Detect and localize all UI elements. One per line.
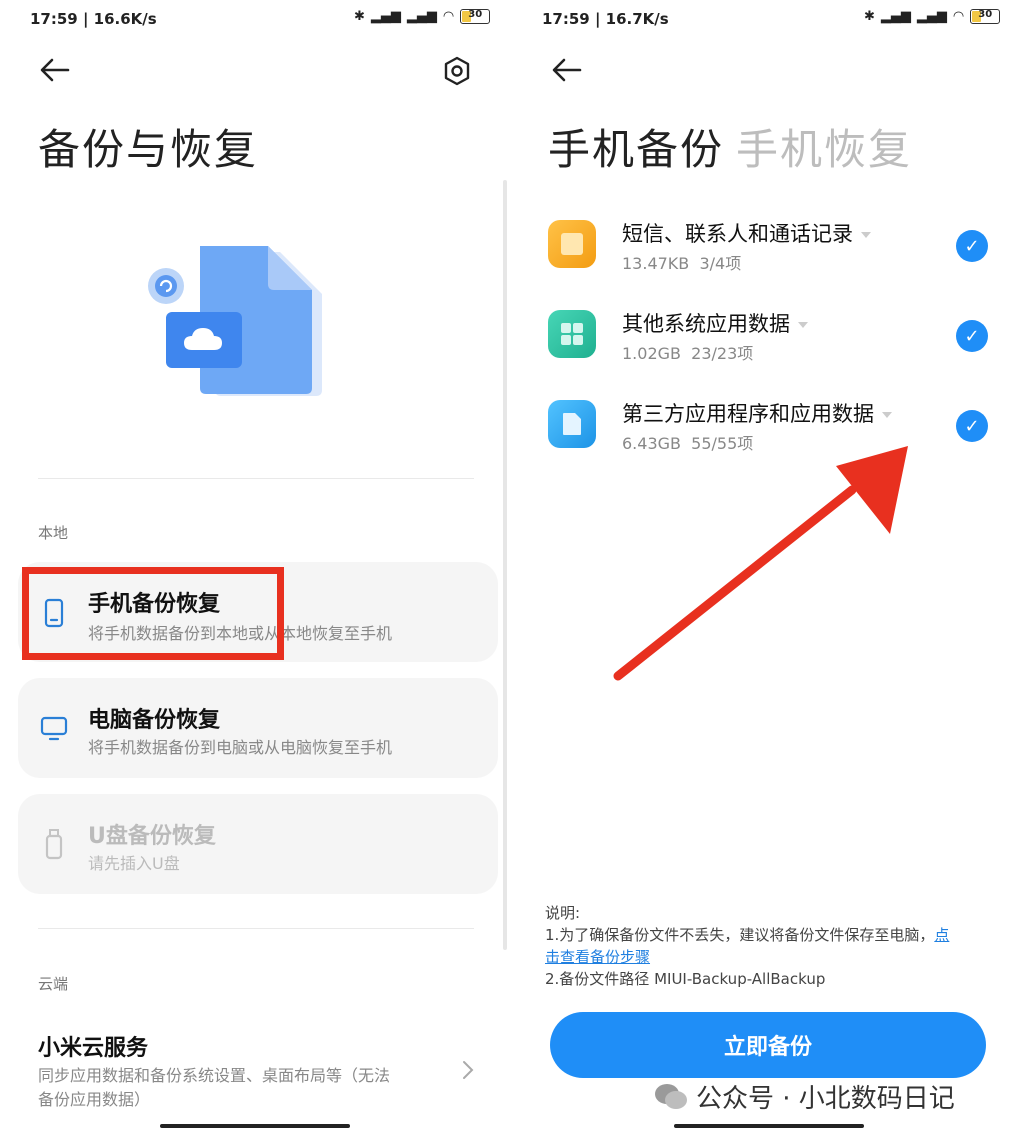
item-title: 第三方应用程序和应用数据 bbox=[622, 398, 892, 428]
home-indicator[interactable] bbox=[160, 1124, 350, 1128]
checkbox-checked-icon[interactable]: ✓ bbox=[956, 230, 988, 262]
divider bbox=[38, 478, 474, 479]
wifi-icon: ◠ bbox=[442, 9, 455, 24]
checkbox-checked-icon[interactable]: ✓ bbox=[956, 320, 988, 352]
cloud-subtitle-line2: 备份应用数据） bbox=[38, 1090, 151, 1109]
item-meta: 13.47KB 3/4项 bbox=[622, 254, 742, 273]
back-arrow-icon[interactable] bbox=[40, 58, 70, 82]
backup-now-button[interactable]: 立即备份 bbox=[550, 1012, 986, 1078]
signal-icon: ▂▄▆ bbox=[880, 9, 911, 24]
notes-section: 说明: 1.为了确保备份文件不丢失，建议将备份文件保存至电脑，点 击查看备份步骤… bbox=[545, 902, 1005, 990]
dropdown-caret-icon bbox=[882, 412, 892, 418]
status-icons: ✱ ▂▄▆ ▂▄▆ ◠ 30 bbox=[864, 9, 1001, 24]
backup-item-system-apps[interactable]: 其他系统应用数据 1.02GB 23/23项 ✓ bbox=[548, 304, 998, 368]
highlight-box bbox=[22, 567, 284, 660]
section-cloud-label: 云端 bbox=[38, 975, 69, 993]
bluetooth-icon: ✱ bbox=[354, 9, 365, 24]
wechat-icon bbox=[655, 1083, 687, 1109]
backup-illustration bbox=[148, 246, 322, 396]
signal-icon: ▂▄▆ bbox=[370, 9, 401, 24]
page-title: 备份与恢复 bbox=[38, 125, 259, 174]
tab-phone-backup[interactable]: 手机备份 bbox=[548, 116, 724, 177]
option-subtitle: 请先插入U盘 bbox=[88, 854, 180, 873]
watermark: 公众号 · 小北数码日记 bbox=[654, 1078, 955, 1115]
usb-drive-icon bbox=[45, 829, 63, 860]
bluetooth-icon: ✱ bbox=[864, 9, 875, 24]
dropdown-caret-icon bbox=[798, 322, 808, 328]
notes-heading: 说明: bbox=[545, 904, 581, 922]
file-app-icon bbox=[548, 400, 596, 448]
divider bbox=[38, 928, 474, 929]
dropdown-caret-icon bbox=[861, 232, 871, 238]
option-subtitle: 将手机数据备份到电脑或从电脑恢复至手机 bbox=[88, 738, 393, 757]
option-title: 电脑备份恢复 bbox=[88, 708, 221, 733]
usb-backup-option[interactable]: U盘备份恢复 请先插入U盘 bbox=[18, 794, 498, 894]
section-local-label: 本地 bbox=[38, 524, 69, 542]
system-apps-icon bbox=[548, 310, 596, 358]
backup-steps-link[interactable]: 击查看备份步骤 bbox=[545, 948, 650, 966]
mi-cloud-option[interactable]: 小米云服务 同步应用数据和备份系统设置、桌面布局等（无法 备份应用数据） bbox=[0, 1020, 500, 1115]
battery-icon: 30 bbox=[970, 9, 1001, 24]
option-title: U盘备份恢复 bbox=[88, 824, 216, 849]
scrollbar[interactable] bbox=[503, 180, 507, 950]
pc-backup-option[interactable]: 电脑备份恢复 将手机数据备份到电脑或从电脑恢复至手机 bbox=[18, 678, 498, 778]
settings-icon[interactable] bbox=[443, 56, 471, 86]
backup-steps-link[interactable]: 点 bbox=[934, 926, 949, 944]
monitor-icon bbox=[40, 716, 68, 741]
backup-item-sms-contacts[interactable]: 短信、联系人和通话记录 13.47KB 3/4项 ✓ bbox=[548, 214, 998, 278]
wifi-icon: ◠ bbox=[952, 9, 965, 24]
notes-line2: 2.备份文件路径 MIUI-Backup-AllBackup bbox=[545, 970, 826, 988]
item-title: 其他系统应用数据 bbox=[622, 308, 808, 338]
status-time-speed: 17:59 | 16.7K/s bbox=[542, 10, 669, 28]
battery-icon: 30 bbox=[460, 9, 491, 24]
status-icons: ✱ ▂▄▆ ▂▄▆ ◠ 30 bbox=[354, 9, 491, 24]
cloud-subtitle-line1: 同步应用数据和备份系统设置、桌面布局等（无法 bbox=[38, 1066, 391, 1085]
signal-icon: ▂▄▆ bbox=[916, 9, 947, 24]
cloud-title: 小米云服务 bbox=[38, 1036, 149, 1061]
home-indicator[interactable] bbox=[674, 1124, 864, 1128]
status-time-speed: 17:59 | 16.6K/s bbox=[30, 10, 157, 28]
checkbox-checked-icon[interactable]: ✓ bbox=[956, 410, 988, 442]
tab-phone-restore[interactable]: 手机恢复 bbox=[736, 116, 912, 177]
annotation-arrow bbox=[613, 446, 908, 681]
notes-line1: 1.为了确保备份文件不丢失，建议将备份文件保存至电脑，点 bbox=[545, 926, 950, 944]
chevron-right-icon bbox=[463, 1061, 474, 1079]
notes-link-line: 击查看备份步骤 bbox=[545, 946, 1005, 968]
back-arrow-icon[interactable] bbox=[552, 58, 582, 82]
signal-icon: ▂▄▆ bbox=[406, 9, 437, 24]
messages-app-icon bbox=[548, 220, 596, 268]
item-meta: 1.02GB 23/23项 bbox=[622, 344, 754, 363]
item-title: 短信、联系人和通话记录 bbox=[622, 218, 871, 248]
